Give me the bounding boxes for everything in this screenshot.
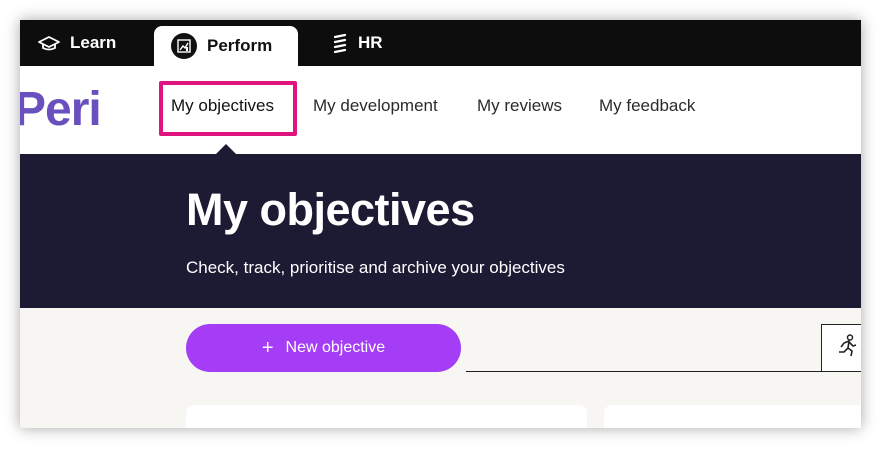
app-tab-label: HR [358,33,383,52]
brand-logo: Peri [20,83,102,136]
hr-icon [332,33,348,53]
chart-icon [171,33,197,59]
active-nav-caret [216,144,236,154]
nav-my-feedback[interactable]: My feedback [599,96,695,116]
objective-filter-button[interactable] [821,324,861,372]
app-tab-label: Learn [70,33,117,52]
sub-navigation: Peri My objectives My development My rev… [20,66,861,154]
page-title: My objectives [186,184,475,235]
search-input[interactable] [466,371,822,372]
app-tab-hr[interactable]: HR [332,20,383,66]
page-hero: My objectives Check, track, prioritise a… [20,154,861,308]
plus-icon: + [261,337,274,359]
nav-my-objectives[interactable]: My objectives [171,96,274,116]
app-tab-learn[interactable]: Learn [38,20,116,66]
app-switcher-bar: Learn Perform HR [20,20,861,66]
new-objective-button[interactable]: + New objective [186,324,461,372]
nav-my-development[interactable]: My development [313,96,438,116]
objective-card[interactable] [604,405,861,428]
new-objective-label: New objective [285,339,386,356]
app-window: Learn Perform HR Peri My objectives My d… [20,20,861,428]
running-person-icon [836,333,858,363]
graduation-cap-icon [38,34,60,52]
objective-card[interactable] [186,405,587,428]
app-tab-label: Perform [207,36,273,55]
page-subtitle: Check, track, prioritise and archive you… [186,258,565,277]
nav-my-reviews[interactable]: My reviews [477,96,562,116]
app-tab-perform[interactable]: Perform [154,26,298,66]
